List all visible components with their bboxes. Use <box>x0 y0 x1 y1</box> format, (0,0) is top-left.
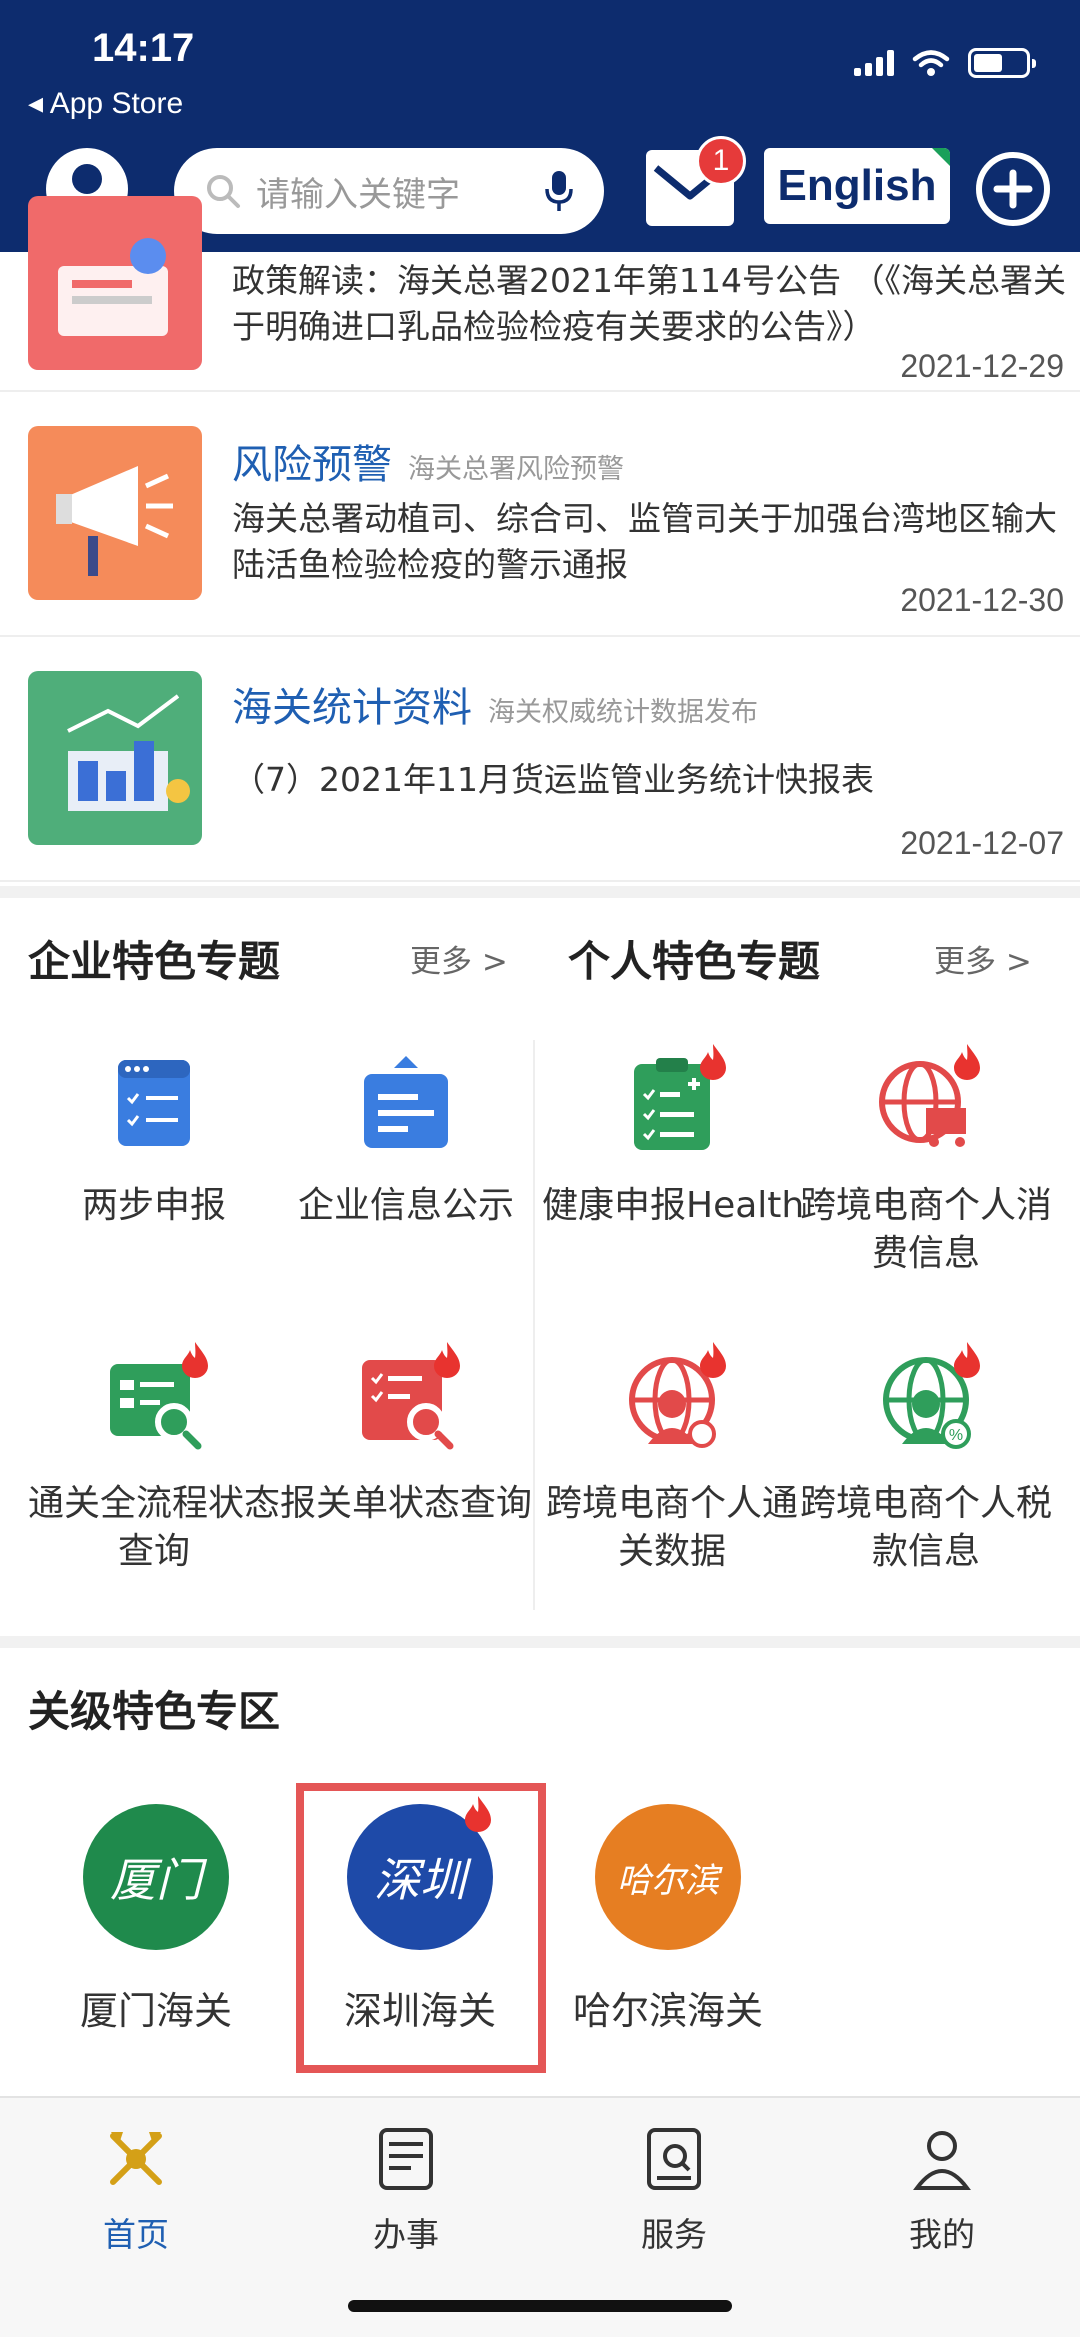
plus-icon <box>993 169 1033 209</box>
cross-border-tax-tile[interactable]: % 跨境电商个人税款信息 <box>796 1342 1056 1576</box>
section-divider <box>0 1636 1080 1648</box>
tile-label: 健康申报HealthDec… <box>542 1185 802 1226</box>
two-step-declaration-tile[interactable]: 两步申报 <box>24 1054 284 1230</box>
hot-flame-icon <box>182 1342 208 1378</box>
tile-label: 两步申报 <box>81 1185 226 1226</box>
section-divider <box>0 886 1080 898</box>
search-icon <box>207 175 240 208</box>
wifi-icon <box>912 50 950 76</box>
english-language-button[interactable]: English <box>764 148 950 224</box>
annotation-highlight-box <box>296 1783 546 2073</box>
status-time: 14:17 <box>92 26 195 70</box>
news-category: 海关统计资料 <box>232 685 472 731</box>
battery-icon <box>968 48 1036 78</box>
microphone-icon[interactable] <box>544 169 574 213</box>
tab-mine[interactable]: 我的 <box>842 2124 1042 2256</box>
search-doc-icon <box>356 1342 460 1452</box>
news-date: 2021-12-30 <box>900 582 1064 618</box>
enterprise-info-tile[interactable]: 企业信息公示 <box>276 1054 536 1230</box>
harbin-logo: 哈尔滨 <box>595 1804 741 1950</box>
home-indicator <box>348 2300 732 2312</box>
add-button[interactable] <box>976 152 1050 226</box>
tile-label: 企业信息公示 <box>297 1185 514 1226</box>
news-title-row: 海关统计资料 海关权威统计数据发布 <box>232 675 758 733</box>
news-subcategory: 海关总署风险预警 <box>408 454 624 485</box>
customs-zone-title: 关级特色专区 <box>28 1687 281 1736</box>
hot-flame-icon <box>700 1044 726 1080</box>
clipboard-icon <box>622 1044 726 1154</box>
news-date: 2021-12-29 <box>900 348 1064 384</box>
hot-flame-icon <box>700 1342 726 1378</box>
tile-label: 跨境电商个人税款信息 <box>799 1483 1052 1572</box>
customs-emblem-icon <box>110 2132 162 2185</box>
person-icon <box>913 2131 971 2190</box>
hot-flame-icon <box>434 1342 460 1378</box>
tile-label: 报关单状态查询 <box>279 1483 532 1524</box>
news-item[interactable]: 风险预警 海关总署风险预警 海关总署动植司、综合司、监管司关于加强台湾地区输大陆… <box>0 392 1080 637</box>
news-category: 风险预警 <box>232 442 392 488</box>
tab-label: 我的 <box>909 2215 975 2254</box>
tab-label: 首页 <box>103 2215 169 2254</box>
news-item[interactable]: 政策解读：海关总署2021年第114号公告 （《海关总署关于明确进口乳品检验检疫… <box>0 196 1080 392</box>
globe-person-icon <box>622 1342 726 1452</box>
globe-tax-icon: % <box>876 1342 980 1452</box>
zone-label: 厦门海关 <box>79 1989 232 2033</box>
enterprise-more-link[interactable]: 更多 > <box>410 936 508 981</box>
news-text: 政策解读：海关总署2021年第114号公告 （《海关总署关于明确进口乳品检验检疫… <box>232 261 1066 346</box>
statistics-thumbnail <box>28 671 202 845</box>
personal-more-link[interactable]: 更多 > <box>934 936 1032 981</box>
search-doc-icon <box>104 1342 208 1452</box>
cross-border-clearance-tile[interactable]: 跨境电商个人通关数据 <box>542 1342 802 1576</box>
tab-label: 办事 <box>373 2215 439 2254</box>
tile-label: 通关全流程状态查询 <box>27 1483 280 1572</box>
news-item[interactable]: 海关统计资料 海关权威统计数据发布 （7）2021年11月货运监管业务统计快报表… <box>0 637 1080 882</box>
tile-label: 跨境电商个人通关数据 <box>545 1483 798 1572</box>
personal-topics-title: 个人特色专题 <box>568 937 821 986</box>
hot-flame-icon <box>954 1342 980 1378</box>
globe-cart-icon <box>876 1044 980 1154</box>
svg-text:%: % <box>949 1427 963 1444</box>
risk-warning-thumbnail <box>28 426 202 600</box>
tab-home[interactable]: 首页 <box>36 2124 236 2256</box>
search-bar[interactable]: 请输入关键字 <box>174 148 604 234</box>
list-doc-icon <box>104 1054 204 1154</box>
id-card-icon <box>356 1054 456 1154</box>
tab-affairs[interactable]: 办事 <box>306 2124 506 2256</box>
enterprise-topics-title: 企业特色专题 <box>28 937 281 986</box>
news-text: 海关总署动植司、综合司、监管司关于加强台湾地区输大陆活鱼检验检疫的警示通报 <box>232 499 1057 584</box>
xiamen-customs-item[interactable]: 厦门 厦门海关 <box>56 1804 256 2035</box>
back-to-app-store-link[interactable]: ◂ App Store <box>28 86 183 121</box>
cross-border-consumption-tile[interactable]: 跨境电商个人消费信息 <box>796 1044 1056 1278</box>
news-text: （7）2021年11月货运监管业务统计快报表 <box>232 760 874 799</box>
policy-thumbnail <box>28 196 202 370</box>
clearance-status-tile[interactable]: 通关全流程状态查询 <box>24 1342 284 1576</box>
document-list-icon <box>379 2128 433 2190</box>
xiamen-logo: 厦门 <box>83 1804 229 1950</box>
cellular-signal-icon <box>854 50 894 76</box>
hot-flame-icon <box>954 1044 980 1080</box>
news-date: 2021-12-07 <box>900 825 1064 861</box>
search-document-icon <box>647 2128 701 2190</box>
tab-services[interactable]: 服务 <box>574 2124 774 2256</box>
harbin-customs-item[interactable]: 哈尔滨 哈尔滨海关 <box>568 1804 768 2035</box>
unread-badge: 1 <box>696 136 746 186</box>
news-list: 政策解读：海关总署2021年第114号公告 （《海关总署关于明确进口乳品检验检疫… <box>0 196 1080 882</box>
news-subcategory: 海关权威统计数据发布 <box>488 697 758 728</box>
news-title-row: 风险预警 海关总署风险预警 <box>232 432 624 490</box>
zone-label: 哈尔滨海关 <box>572 1989 763 2033</box>
health-declaration-tile[interactable]: 健康申报HealthDec… <box>542 1044 802 1230</box>
search-input[interactable]: 请输入关键字 <box>256 167 544 216</box>
tab-label: 服务 <box>641 2215 707 2254</box>
declaration-status-tile[interactable]: 报关单状态查询 <box>276 1342 536 1528</box>
tile-label: 跨境电商个人消费信息 <box>799 1185 1052 1274</box>
status-icons <box>854 48 1036 78</box>
